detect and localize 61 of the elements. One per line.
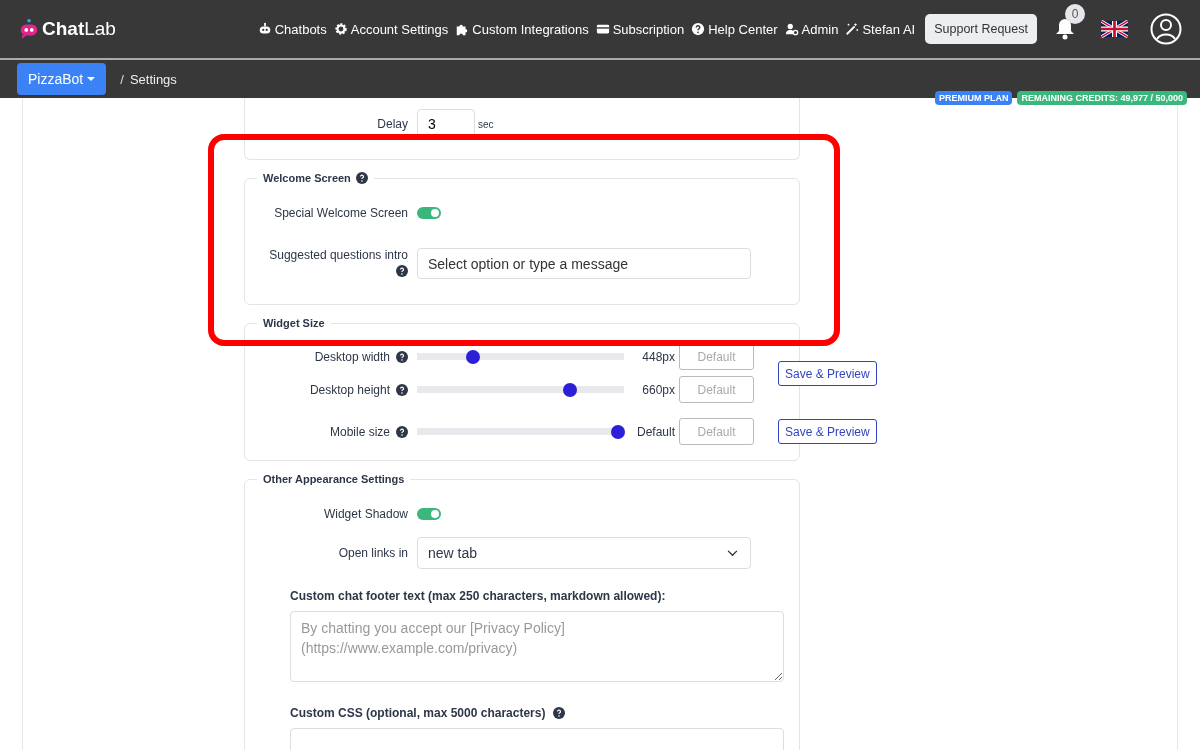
toggle-switch[interactable] <box>417 207 441 219</box>
slider-thumb[interactable] <box>610 424 625 439</box>
save-preview-button[interactable]: Save & Preview <box>778 361 877 386</box>
field-label: Mobile size <box>329 424 390 439</box>
field-label: Custom chat footer text (max 250 characters, markdown allowed): <box>290 589 667 603</box>
unit-label: sec <box>478 118 494 130</box>
help-icon[interactable] <box>396 350 408 363</box>
help-icon[interactable] <box>396 265 408 277</box>
slider-value: Default <box>635 424 675 439</box>
field-label: Desktop width <box>314 349 390 364</box>
plan-badge: PREMIUM PLAN <box>934 91 1013 105</box>
toggle-switch[interactable] <box>417 508 441 520</box>
nav-link[interactable]: Help Center <box>691 21 778 37</box>
help-icon <box>691 22 706 36</box>
field-label: Delay <box>376 117 409 131</box>
user-gear-icon <box>784 22 799 36</box>
breadcrumb-separator: / <box>120 71 124 87</box>
field-label: Special Welcome Screen <box>273 206 409 220</box>
nav-link[interactable]: Admin <box>784 21 839 37</box>
help-icon[interactable] <box>396 425 408 438</box>
puzzle-icon <box>455 22 470 36</box>
nav-link[interactable]: Account Settings <box>333 21 449 37</box>
caret-icon <box>87 77 96 81</box>
credit-card-icon <box>595 22 610 36</box>
select-field[interactable]: new tab <box>417 537 751 569</box>
notification-count: 0 <box>1065 4 1085 24</box>
slider-value: 660px <box>641 382 675 397</box>
field-label: Suggested questions intro <box>269 248 408 262</box>
field-label: Desktop height <box>309 382 390 397</box>
robot-icon <box>257 22 272 36</box>
nav-link[interactable]: Stefan AI <box>845 21 916 37</box>
flag-icon[interactable] <box>1101 20 1128 38</box>
section-title: Welcome Screen <box>263 172 351 184</box>
magic-wand-icon <box>845 22 860 36</box>
logo[interactable]: ChatLab <box>18 18 116 40</box>
plan-badge: REMAINING CREDITS: 49,977 / 50,000 <box>1017 91 1187 105</box>
bell-icon[interactable] <box>1055 18 1075 40</box>
support-request-button[interactable]: Support Request <box>925 14 1037 44</box>
breadcrumb-current: Settings <box>129 71 177 87</box>
chevron-down-icon <box>727 549 738 557</box>
section-title: Widget Size <box>263 317 325 329</box>
text-area[interactable]: By chatting you accept our [Privacy Policy] (https://www.example.com/privacy) <box>290 611 784 682</box>
field-label: Open links in <box>337 546 409 560</box>
help-icon[interactable] <box>553 707 566 719</box>
slider-value: 448px <box>641 349 675 364</box>
bot-dropdown-button[interactable]: PizzaBot <box>17 63 107 95</box>
help-icon[interactable] <box>396 383 408 396</box>
settings-icon <box>333 22 348 36</box>
slider-thumb[interactable] <box>563 382 578 397</box>
help-icon[interactable] <box>355 172 368 184</box>
nav-link[interactable]: Subscription <box>595 21 685 37</box>
slider-thumb[interactable] <box>465 349 480 364</box>
save-preview-button[interactable]: Save & Preview <box>778 419 877 444</box>
field-label: Widget Shadow <box>322 507 409 521</box>
user-avatar-icon[interactable] <box>1150 13 1182 45</box>
nav-link[interactable]: Custom Integrations <box>455 21 589 37</box>
nav-link[interactable]: Chatbots <box>257 21 327 37</box>
field-label: Custom CSS (optional, max 5000 characters) <box>290 706 546 720</box>
input-field[interactable]: Select option or type a message <box>417 248 751 279</box>
robot-logo-icon <box>18 18 40 40</box>
section-title: Other Appearance Settings <box>263 473 405 485</box>
